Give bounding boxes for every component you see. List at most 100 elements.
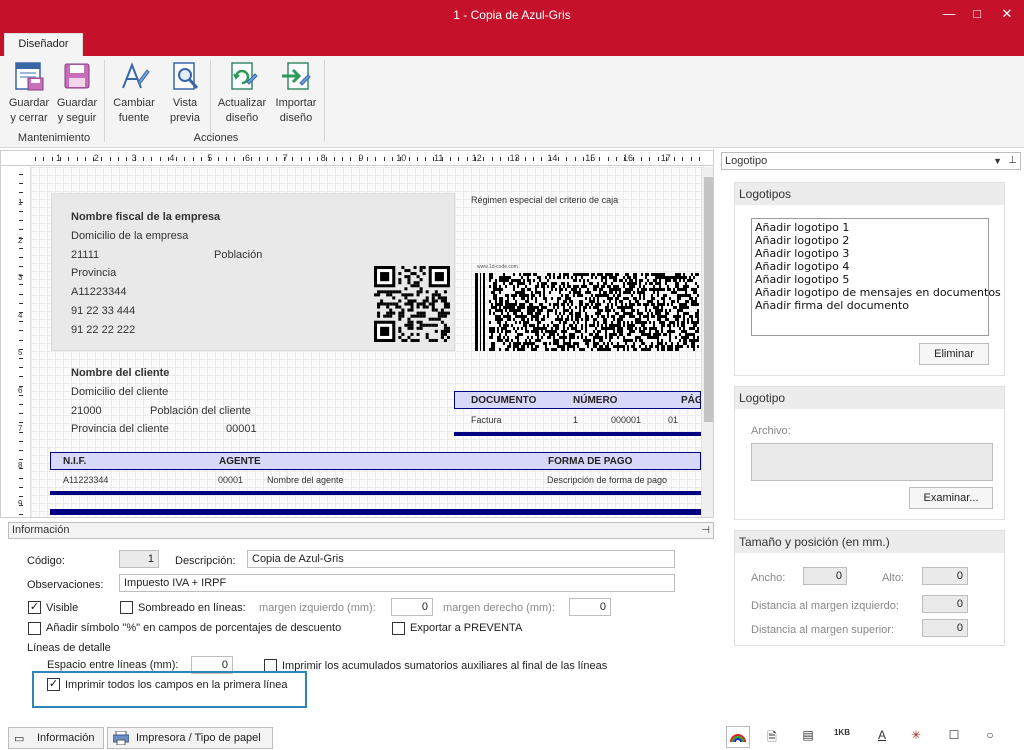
line-icon[interactable]: ✳ [906, 728, 926, 746]
palette-icon[interactable] [726, 726, 750, 748]
design-canvas[interactable]: 1 2 3 4 5 6 7 8 9 10 11 12 13 14 15 16 17 123456789 Régi… [0, 150, 714, 518]
nif-separator-line [50, 491, 701, 495]
cliente-poblacion: Población del cliente [150, 405, 251, 417]
logotipo-list-item[interactable]: Añadir logotipo de mensajes en documento… [755, 286, 1001, 299]
logotipos-group: Logotipos Añadir logotipo 1 Añadir logoti… [734, 182, 1005, 376]
ancho-input[interactable]: 0 [803, 567, 847, 585]
logotipo-list-item[interactable]: Añadir firma del documento [755, 299, 985, 312]
canvas-scrollbar[interactable] [701, 167, 713, 517]
ruler-mark: 14 [547, 153, 558, 163]
imprimir-todos-checkbox[interactable]: ✓ [47, 678, 60, 691]
chevron-down-icon[interactable]: ▼ [993, 153, 1002, 169]
acumulados-label: Imprimir los acumulados sumatorios auxil… [282, 660, 608, 672]
logotipos-listbox[interactable]: Añadir logotipo 1 Añadir logotipo 2 Añadir… [751, 218, 1001, 336]
horizontal-ruler: 1 2 3 4 5 6 7 8 9 10 11 12 13 14 15 16 17 [1, 151, 713, 166]
cambiar-fuente-button[interactable]: Cambiar fuente [110, 60, 158, 126]
ruler-mark: 7 [18, 423, 23, 433]
doc-header-bar[interactable]: DOCUMENTO NÚMERO PÁGINA [454, 391, 713, 409]
pin-icon[interactable]: ⊣ [701, 523, 710, 538]
doc-row-serie: 1 [573, 415, 579, 425]
nif-row-agente-nombre: Nombre del agente [267, 475, 344, 485]
ruler-mark: 2 [93, 153, 99, 163]
ruler-mark: 4 [18, 310, 23, 320]
sombreado-label: Sombreado en líneas: [138, 602, 246, 614]
eliminar-button[interactable]: Eliminar [919, 343, 989, 365]
actualizar-diseno-button[interactable]: Actualizar diseño [214, 60, 270, 126]
archivo-label: Archivo: [751, 425, 791, 437]
nif-header-bar[interactable]: N.I.F. AGENTE FORMA DE PAGO [50, 452, 701, 470]
vista-previa-button[interactable]: Vista previa [164, 60, 206, 126]
logotipo-list-item[interactable]: Añadir logotipo 4 [755, 260, 985, 273]
tab-informacion[interactable]: ▭ Información [8, 727, 104, 749]
ribbon-tab-bar: Diseñador [0, 31, 1024, 56]
save-close-icon [15, 62, 44, 91]
importar-diseno-button[interactable]: Importar diseño [272, 60, 320, 126]
info-section-title: Información [12, 524, 70, 536]
guardar-seguir-button[interactable]: Guardar y seguir [54, 60, 100, 126]
close-button[interactable]: ✕ [996, 4, 1018, 24]
examinar-button[interactable]: Examinar... [909, 487, 993, 509]
alto-input[interactable]: 0 [922, 567, 968, 585]
title-bar: 1 - Copia de Azul-Gris — □ ✕ [0, 0, 1024, 31]
ruler-mark: 9 [358, 153, 364, 163]
margen-der-input[interactable]: 0 [569, 598, 611, 616]
barcode-caption: www.1d-code.com [477, 264, 518, 270]
ruler-mark: 16 [623, 153, 634, 163]
logotipo-list-item[interactable]: Añadir logotipo 3 [755, 247, 985, 260]
ruler-mark: 3 [18, 273, 23, 283]
ellipse-icon[interactable]: ○ [980, 728, 1000, 746]
ruler-mark: 12 [471, 153, 482, 163]
logotipo-list-item[interactable]: Añadir logotipo 2 [755, 234, 985, 247]
tamano-group: Tamaño y posición (en mm.) Ancho: 0 Alto… [734, 530, 1005, 646]
rectangle-icon[interactable]: ☐ [944, 728, 964, 746]
tab-impresora[interactable]: Impresora / Tipo de papel [107, 727, 273, 749]
margen-der-label: margen derecho (mm): [443, 602, 555, 614]
descripcion-input[interactable]: Copia de Azul-Gris [247, 550, 675, 568]
visible-checkbox[interactable]: ✓ [28, 601, 41, 614]
nif-row-nif: A11223344 [63, 475, 109, 485]
codigo-input[interactable]: 1 [119, 550, 159, 568]
document-icon[interactable]: 🗎 [762, 728, 782, 746]
dist-izq-label: Distancia al margen izquierdo: [751, 600, 899, 612]
ruler-mark: 1 [56, 153, 62, 163]
logotipo-list-item[interactable]: Añadir logotipo 5 [755, 273, 985, 286]
doc-separator-line [454, 432, 701, 436]
group-label-acciones: Acciones [193, 132, 239, 144]
observaciones-input[interactable]: Impuesto IVA + IRPF [119, 574, 675, 592]
ruler-mark: 11 [434, 153, 444, 163]
exportar-checkbox[interactable] [392, 622, 405, 635]
printer-icon[interactable]: ▤ [798, 728, 818, 746]
margen-izq-input[interactable]: 0 [391, 598, 433, 616]
ancho-label: Ancho: [751, 572, 786, 584]
simbolo-label: Añadir símbolo "%" en campos de porcenta… [46, 622, 342, 634]
ribbon: Guardar y cerrar Guardar y seguir Cambia… [0, 56, 1024, 148]
footer-separator-line [50, 509, 701, 515]
vertical-ruler: 1 2 3 4 5 6 7 8 9 [1, 166, 31, 517]
pin-icon[interactable]: ⊥ [1008, 153, 1017, 169]
barcode-icon[interactable]: 1KB [832, 728, 852, 746]
element-type-dropdown[interactable]: Logotipo ▼ ⊥ [721, 152, 1021, 170]
ruler-mark: 6 [18, 386, 23, 395]
sombreado-checkbox[interactable] [120, 601, 133, 614]
ruler-mark: 8 [18, 461, 23, 471]
scrollbar-thumb[interactable] [704, 177, 713, 422]
text-icon[interactable]: A [872, 728, 892, 746]
company-block[interactable]: Nombre fiscal de la empresa Domicilio de… [51, 193, 455, 351]
dist-izq-input[interactable]: 0 [922, 595, 968, 613]
group-separator [324, 60, 325, 142]
guardar-cerrar-button[interactable]: Guardar y cerrar [6, 60, 52, 126]
exportar-label: Exportar a PREVENTA [410, 622, 523, 634]
doc-row-pagina: 01 [668, 415, 679, 425]
archivo-field[interactable] [751, 443, 993, 481]
tab-disenador[interactable]: Diseñador [4, 33, 83, 56]
dist-sup-input[interactable]: 0 [922, 619, 968, 637]
minimize-button[interactable]: — [938, 4, 960, 24]
info-section-header[interactable]: Información ⊣ [8, 522, 714, 539]
maximize-button[interactable]: □ [966, 4, 988, 24]
lineas-detalle-label: Líneas de detalle [27, 642, 111, 654]
alto-label: Alto: [882, 572, 905, 584]
logotipo-list-item[interactable]: Añadir logotipo 1 [755, 221, 985, 234]
simbolo-checkbox[interactable] [28, 622, 41, 635]
ruler-mark: 13 [509, 153, 520, 163]
cliente-cp: 21000 [71, 405, 102, 417]
